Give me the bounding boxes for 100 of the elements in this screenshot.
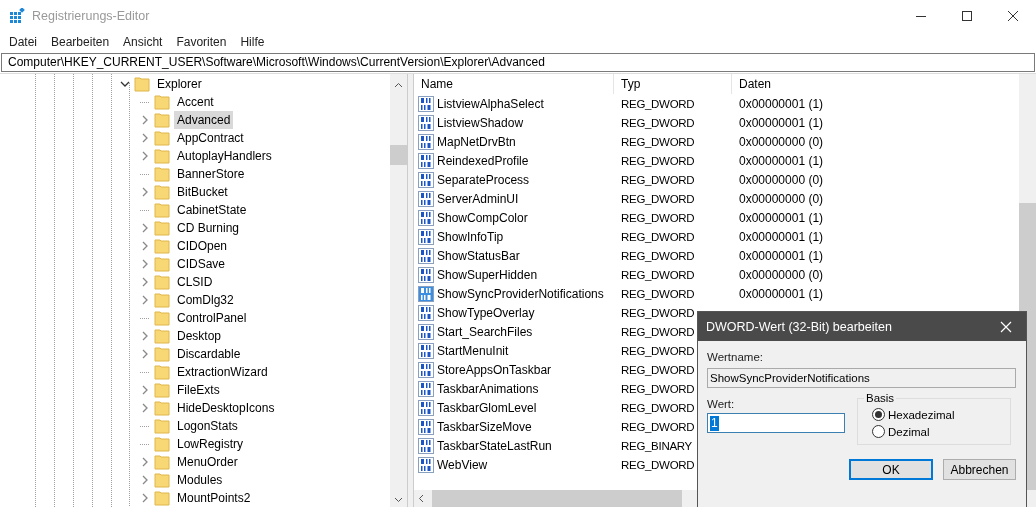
scroll-thumb[interactable] bbox=[432, 490, 682, 507]
tree-item[interactable]: Modules bbox=[174, 471, 226, 489]
tree-item[interactable]: CLSID bbox=[174, 273, 216, 291]
folder-icon bbox=[154, 436, 170, 452]
column-header[interactable]: Typ bbox=[614, 74, 732, 94]
tree-item[interactable]: CIDOpen bbox=[174, 237, 231, 255]
menu-item[interactable]: Hilfe bbox=[233, 34, 272, 49]
tree-item[interactable]: LowRegistry bbox=[174, 435, 247, 453]
value-type: REG_DWORD bbox=[621, 135, 695, 148]
folder-icon bbox=[134, 76, 150, 92]
value-data: 0x00000001 (1) bbox=[739, 153, 824, 168]
value-name-field[interactable]: ShowSyncProviderNotifications bbox=[707, 368, 1016, 388]
menu-item[interactable]: Favoriten bbox=[169, 34, 234, 49]
folder-icon bbox=[154, 346, 170, 362]
tree-item[interactable]: BannerStore bbox=[174, 165, 248, 183]
folder-icon bbox=[154, 382, 170, 398]
tree-item[interactable]: AutoplayHandlers bbox=[174, 147, 275, 165]
value-data: 0x00000001 (1) bbox=[739, 115, 824, 130]
folder-icon bbox=[154, 184, 170, 200]
value-type: REG_DWORD bbox=[621, 363, 695, 376]
value-name[interactable]: TaskbarStateLastRun bbox=[437, 438, 552, 453]
close-icon bbox=[1000, 320, 1012, 333]
tree-item[interactable]: ControlPanel bbox=[174, 309, 250, 327]
value-name[interactable]: ShowCompColor bbox=[437, 210, 528, 225]
radio-label[interactable]: Hexadezimal bbox=[888, 408, 955, 421]
tree-item[interactable]: FileExts bbox=[174, 381, 223, 399]
column-header[interactable]: Name bbox=[414, 74, 614, 94]
chevron-icon[interactable] bbox=[120, 79, 130, 89]
tree-item[interactable]: MenuOrder bbox=[174, 453, 241, 471]
tree-item[interactable]: CabinetState bbox=[174, 201, 250, 219]
value-name[interactable]: Start_SearchFiles bbox=[437, 324, 533, 339]
ok-button[interactable]: OK bbox=[849, 459, 933, 480]
value-name[interactable]: ReindexedProfile bbox=[437, 153, 529, 168]
value-data: 0x00000001 (1) bbox=[739, 96, 824, 111]
value-data: 0x00000001 (1) bbox=[739, 229, 824, 244]
app-icon bbox=[9, 8, 25, 24]
value-type: REG_DWORD bbox=[621, 401, 695, 414]
value-name[interactable]: ShowStatusBar bbox=[437, 248, 520, 263]
value-type: REG_DWORD bbox=[621, 154, 695, 167]
value-type: REG_DWORD bbox=[621, 173, 695, 186]
value-name[interactable]: ShowTypeOverlay bbox=[437, 305, 535, 320]
menu-item[interactable]: Bearbeiten bbox=[44, 34, 117, 49]
folder-icon bbox=[154, 202, 170, 218]
value-name[interactable]: ListviewShadow bbox=[437, 115, 524, 130]
scrollbar[interactable] bbox=[390, 74, 407, 507]
tree-item[interactable]: LogonStats bbox=[174, 417, 241, 435]
value-name[interactable]: ServerAdminUI bbox=[437, 191, 519, 206]
folder-icon bbox=[154, 238, 170, 254]
tree-item[interactable]: MountPoints2 bbox=[174, 489, 254, 507]
folder-icon bbox=[154, 94, 170, 110]
window-title: Registrierungs-Editor bbox=[32, 9, 150, 23]
folder-icon bbox=[154, 490, 170, 506]
tree-item[interactable]: CIDSave bbox=[174, 255, 229, 273]
value-type: REG_DWORD bbox=[621, 287, 695, 300]
value-name[interactable]: ShowSuperHidden bbox=[437, 267, 538, 282]
scroll-thumb[interactable] bbox=[390, 145, 407, 165]
tree-item[interactable]: ComDlg32 bbox=[174, 291, 237, 309]
radio-button[interactable] bbox=[872, 425, 885, 438]
folder-icon bbox=[154, 130, 170, 146]
tree-item[interactable]: Discardable bbox=[174, 345, 244, 363]
column-header[interactable]: Daten bbox=[732, 74, 1019, 94]
radio-label[interactable]: Dezimal bbox=[888, 425, 930, 438]
value-type: REG_DWORD bbox=[621, 116, 695, 129]
folder-icon bbox=[154, 274, 170, 290]
cancel-button[interactable]: Abbrechen bbox=[943, 459, 1016, 480]
tree-item[interactable]: ExtractionWizard bbox=[174, 363, 271, 381]
address-field[interactable]: Computer\HKEY_CURRENT_USER\Software\Microsoft\Windows\CurrentVersion\Explorer\Advanced bbox=[1, 53, 1035, 72]
value-name[interactable]: SeparateProcess bbox=[437, 172, 530, 187]
value-type: REG_DWORD bbox=[621, 344, 695, 357]
menu-item[interactable]: Datei bbox=[2, 34, 44, 49]
value-name[interactable]: MapNetDrvBtn bbox=[437, 134, 516, 149]
value-name[interactable]: ListviewAlphaSelect bbox=[437, 96, 544, 111]
folder-icon bbox=[154, 256, 170, 272]
tree-item[interactable]: Desktop bbox=[174, 327, 225, 345]
tree-item[interactable]: Accent bbox=[174, 93, 217, 111]
field-label: Wertname: bbox=[707, 351, 765, 363]
value-type: REG_DWORD bbox=[621, 192, 695, 205]
value-name[interactable]: ShowSyncProviderNotifications bbox=[437, 286, 604, 301]
tree-item[interactable]: AppContract bbox=[174, 129, 247, 147]
tree-item[interactable]: Advanced bbox=[174, 111, 234, 129]
value-field[interactable]: 1 bbox=[707, 413, 845, 433]
value-name[interactable]: TaskbarSizeMove bbox=[437, 419, 532, 434]
field-label: Wert: bbox=[707, 398, 736, 410]
tree-item[interactable]: CD Burning bbox=[174, 219, 243, 237]
value-data: 0x00000000 (0) bbox=[739, 172, 824, 187]
tree-item[interactable]: HideDesktopIcons bbox=[174, 399, 278, 417]
value-type: REG_DWORD bbox=[621, 230, 695, 243]
value-name[interactable]: StoreAppsOnTaskbar bbox=[437, 362, 552, 377]
value-name[interactable]: StartMenuInit bbox=[437, 343, 509, 358]
menu-item[interactable]: Ansicht bbox=[116, 34, 170, 49]
tree-item[interactable]: Explorer bbox=[154, 75, 205, 93]
value-name[interactable]: ShowInfoTip bbox=[437, 229, 504, 244]
value-type: REG_DWORD bbox=[621, 325, 695, 338]
value-name[interactable]: WebView bbox=[437, 457, 488, 472]
value-name[interactable]: TaskbarAnimations bbox=[437, 381, 539, 396]
radio-button[interactable] bbox=[872, 408, 885, 421]
value-name[interactable]: TaskbarGlomLevel bbox=[437, 400, 537, 415]
tree-item[interactable]: BitBucket bbox=[174, 183, 231, 201]
folder-icon bbox=[154, 418, 170, 434]
value-type: REG_DWORD bbox=[621, 97, 695, 110]
